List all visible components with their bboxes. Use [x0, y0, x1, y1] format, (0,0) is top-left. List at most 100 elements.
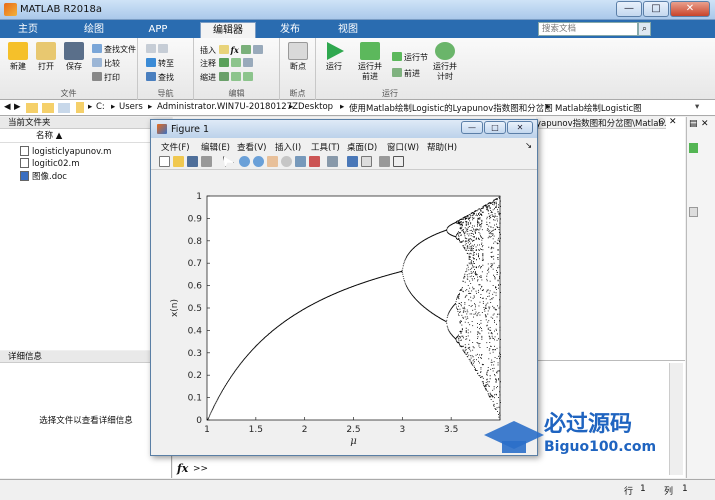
forward-icon[interactable]: ▶: [14, 102, 21, 112]
crumb-admin[interactable]: Administrator.WIN7U-20180127Z: [157, 102, 298, 112]
menu-tools[interactable]: 工具(T): [311, 141, 340, 153]
editor-close-icon[interactable]: ✕: [669, 117, 677, 127]
menu-edit[interactable]: 编辑(E): [201, 141, 230, 153]
pan-icon[interactable]: [267, 156, 278, 167]
search-input[interactable]: 搜索文档: [538, 22, 638, 36]
back-icon[interactable]: ◀: [4, 102, 11, 112]
tab-home[interactable]: 主页: [6, 22, 50, 38]
crumb-project[interactable]: 使用Matlab绘制Logistic的Lyapunov指数图和分岔图: [349, 102, 553, 114]
scroll-indicator[interactable]: [689, 207, 698, 217]
command-prompt[interactable]: >>: [193, 464, 208, 474]
crumb-folder[interactable]: Matlab绘制Logistic图: [555, 102, 642, 114]
insert-button[interactable]: 插入 fx: [200, 44, 265, 56]
new-figure-icon[interactable]: [159, 156, 170, 167]
data-cursor-icon[interactable]: [295, 156, 306, 167]
advance-button[interactable]: 前进: [392, 68, 420, 80]
address-separator: ▸: [340, 102, 345, 112]
dock-icon[interactable]: ▤: [689, 119, 698, 129]
tab-publish[interactable]: 发布: [268, 22, 312, 38]
figure-maximize-button[interactable]: □: [484, 121, 506, 134]
tab-apps[interactable]: APP: [136, 22, 180, 38]
find-label: 查找: [158, 73, 174, 82]
list-item[interactable]: logisticlyapunov.m: [20, 146, 111, 158]
folder-up-icon[interactable]: [42, 103, 54, 113]
print-button[interactable]: 打印: [92, 72, 120, 84]
run-advance-button[interactable]: 运行并 前进: [352, 42, 388, 82]
maximize-button[interactable]: □: [643, 1, 669, 17]
list-item[interactable]: logitic02.m: [20, 158, 80, 170]
crumb-drive[interactable]: C:: [96, 102, 105, 112]
hide-tools-icon[interactable]: [379, 156, 390, 167]
address-dropdown-icon[interactable]: ▾: [695, 102, 699, 112]
search-icon[interactable]: ⌕: [638, 22, 651, 36]
menu-dock-icon[interactable]: ↘: [525, 141, 532, 151]
link-plot-icon[interactable]: [327, 156, 338, 167]
save-icon: [64, 42, 84, 60]
comment-button[interactable]: 注释: [200, 58, 255, 70]
run-section-button[interactable]: 运行节: [392, 52, 428, 64]
save-figure-icon[interactable]: [187, 156, 198, 167]
open-button[interactable]: 打开: [32, 42, 60, 72]
crumb-users[interactable]: Users: [119, 102, 143, 112]
tab-editor[interactable]: 编辑器: [200, 22, 256, 38]
menu-help[interactable]: 帮助(H): [427, 141, 457, 153]
run-time-button[interactable]: 运行并 计时: [428, 42, 462, 82]
colorbar-icon[interactable]: [347, 156, 358, 167]
x-tick-label: 1.5: [249, 425, 263, 435]
compare-button[interactable]: 比较: [92, 58, 120, 70]
tab-plots[interactable]: 绘图: [72, 22, 116, 38]
name-column-header[interactable]: 名称 ▲: [0, 130, 172, 143]
rotate-3d-icon[interactable]: [281, 156, 292, 167]
print-figure-icon[interactable]: [201, 156, 212, 167]
y-tick-label: 1: [196, 192, 202, 202]
current-folder-title: 当前文件夹: [0, 117, 172, 129]
legend-icon[interactable]: [361, 156, 372, 167]
figure-minimize-button[interactable]: —: [461, 121, 483, 134]
more-icon: [253, 45, 264, 54]
find-button[interactable]: 查找: [146, 72, 174, 84]
list-item[interactable]: 图像.doc: [20, 170, 67, 182]
address-bar[interactable]: ◀ ▶ ▸ C: ▸ Users ▸ Administrator.WIN7U-2…: [0, 100, 715, 116]
goto-button[interactable]: 转至: [146, 58, 174, 70]
nav-arrows[interactable]: [146, 44, 170, 56]
menu-window[interactable]: 窗口(W): [387, 141, 419, 153]
compare-label: 比较: [104, 59, 120, 68]
x-tick-label: 2.5: [346, 425, 360, 435]
details-message: 选择文件以查看详细信息: [39, 416, 133, 426]
run-section-label: 运行节: [404, 53, 428, 62]
new-button[interactable]: 新建: [4, 42, 32, 72]
menu-insert[interactable]: 插入(I): [275, 141, 301, 153]
ribbon-toolstrip: 新建 打开 保存 查找文件 比较 打印 文件 转至 查找 导航 插入 fx 注释…: [0, 38, 715, 100]
panel-close-icon[interactable]: ✕: [701, 119, 709, 129]
pointer-icon[interactable]: [223, 156, 234, 167]
y-tick-label: 0.3: [188, 349, 202, 359]
folder-icon[interactable]: [26, 103, 38, 113]
save-button[interactable]: 保存: [60, 42, 88, 72]
menu-view[interactable]: 查看(V): [237, 141, 266, 153]
tab-view[interactable]: 视图: [326, 22, 370, 38]
crumb-desktop[interactable]: Desktop: [298, 102, 333, 112]
find-files-button[interactable]: 查找文件: [92, 44, 136, 56]
brush-icon[interactable]: [309, 156, 320, 167]
m-file-icon: [20, 146, 29, 156]
run-button[interactable]: 运行: [320, 42, 348, 72]
indent-button[interactable]: 缩进: [200, 72, 255, 84]
browse-icon[interactable]: [58, 103, 70, 113]
editor-menu-icon[interactable]: ⊙: [658, 117, 666, 127]
zoom-out-icon[interactable]: [253, 156, 264, 167]
fx-icon[interactable]: fx: [231, 45, 239, 55]
menu-desktop[interactable]: 桌面(D): [347, 141, 377, 153]
show-tools-icon[interactable]: [393, 156, 404, 167]
open-file-icon[interactable]: [173, 156, 184, 167]
file-group-label: 文件: [60, 89, 77, 98]
fx-icon[interactable]: fx: [177, 462, 188, 475]
zoom-in-icon[interactable]: [239, 156, 250, 167]
menu-file[interactable]: 文件(F): [161, 141, 190, 153]
figure-close-button[interactable]: ✕: [507, 121, 533, 134]
y-tick-label: 0.5: [188, 304, 202, 314]
figure-title-bar[interactable]: Figure 1 — □ ✕: [151, 120, 537, 138]
goto-icon: [146, 58, 156, 67]
breakpoints-button[interactable]: 断点: [284, 42, 312, 72]
close-button[interactable]: ✕: [670, 1, 710, 17]
minimize-button[interactable]: —: [616, 1, 642, 17]
